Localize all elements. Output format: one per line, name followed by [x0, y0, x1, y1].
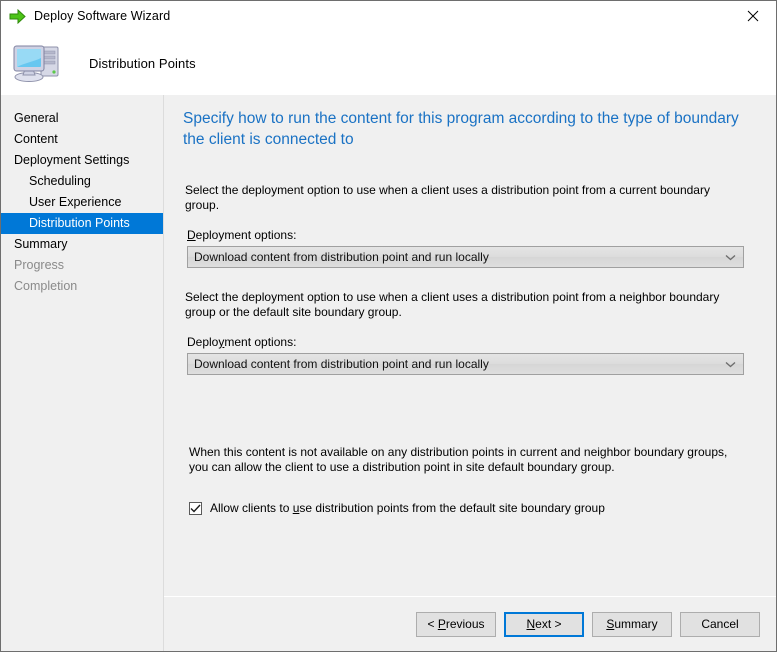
default-boundary-note-block: When this content is not available on an… — [181, 445, 759, 515]
allow-default-site-boundary-checkbox-row[interactable]: Allow clients to use distribution points… — [189, 501, 759, 515]
title-bar: Deploy Software Wizard — [1, 1, 776, 31]
allow-default-site-boundary-checkbox[interactable] — [189, 501, 202, 515]
allow-default-site-boundary-label: Allow clients to use distribution points… — [210, 501, 605, 515]
deploy-software-wizard-window: Deploy Software Wizard Distribution Poin… — [0, 0, 777, 652]
content-heading: Specify how to run the content for this … — [183, 110, 739, 148]
window-title: Deploy Software Wizard — [34, 9, 171, 23]
next-button[interactable]: Next > — [504, 611, 584, 637]
default-boundary-note: When this content is not available on an… — [189, 445, 728, 474]
page-title: Distribution Points — [89, 55, 196, 71]
sidebar-item-distribution-points[interactable]: Distribution Points — [1, 213, 163, 234]
chevron-down-icon — [725, 247, 736, 267]
close-icon[interactable] — [730, 1, 776, 31]
wizard-steps-sidebar: General Content Deployment Settings Sche… — [1, 95, 164, 651]
deployment-options-dropdown-neighbor[interactable]: Download content from distribution point… — [187, 353, 744, 375]
sidebar-item-deployment-settings[interactable]: Deployment Settings — [1, 150, 163, 171]
deployment-options-label-current: Deployment options: — [187, 228, 297, 242]
sidebar-item-scheduling[interactable]: Scheduling — [1, 171, 163, 192]
content-column: Specify how to run the content for this … — [164, 95, 776, 651]
green-arrow-icon — [8, 7, 26, 25]
previous-button[interactable]: < Previous — [416, 611, 496, 637]
chevron-down-icon — [725, 354, 736, 374]
content-panel: Specify how to run the content for this … — [164, 95, 776, 596]
intro-text-neighbor-boundary: Select the deployment option to use when… — [185, 290, 720, 319]
deployment-options-value-neighbor: Download content from distribution point… — [194, 357, 489, 371]
sidebar-item-content[interactable]: Content — [1, 129, 163, 150]
cancel-button[interactable]: Cancel — [680, 611, 760, 637]
sidebar-item-user-experience[interactable]: User Experience — [1, 192, 163, 213]
deployment-options-label-neighbor: Deployment options: — [187, 335, 297, 349]
sidebar-item-summary[interactable]: Summary — [1, 234, 163, 255]
wizard-footer: < Previous Next > Summary Cancel — [164, 596, 776, 651]
sidebar-item-completion: Completion — [14, 279, 78, 293]
deployment-options-dropdown-current[interactable]: Download content from distribution point… — [187, 246, 744, 268]
deployment-options-value-current: Download content from distribution point… — [194, 250, 489, 264]
wizard-body: General Content Deployment Settings Sche… — [1, 95, 776, 651]
sidebar-item-general[interactable]: General — [1, 108, 163, 129]
wizard-header: Distribution Points — [1, 31, 776, 95]
summary-button[interactable]: Summary — [592, 611, 672, 637]
intro-text-current-boundary: Select the deployment option to use when… — [185, 183, 710, 212]
sidebar-item-progress: Progress — [14, 258, 65, 272]
computer-icon — [9, 39, 67, 87]
